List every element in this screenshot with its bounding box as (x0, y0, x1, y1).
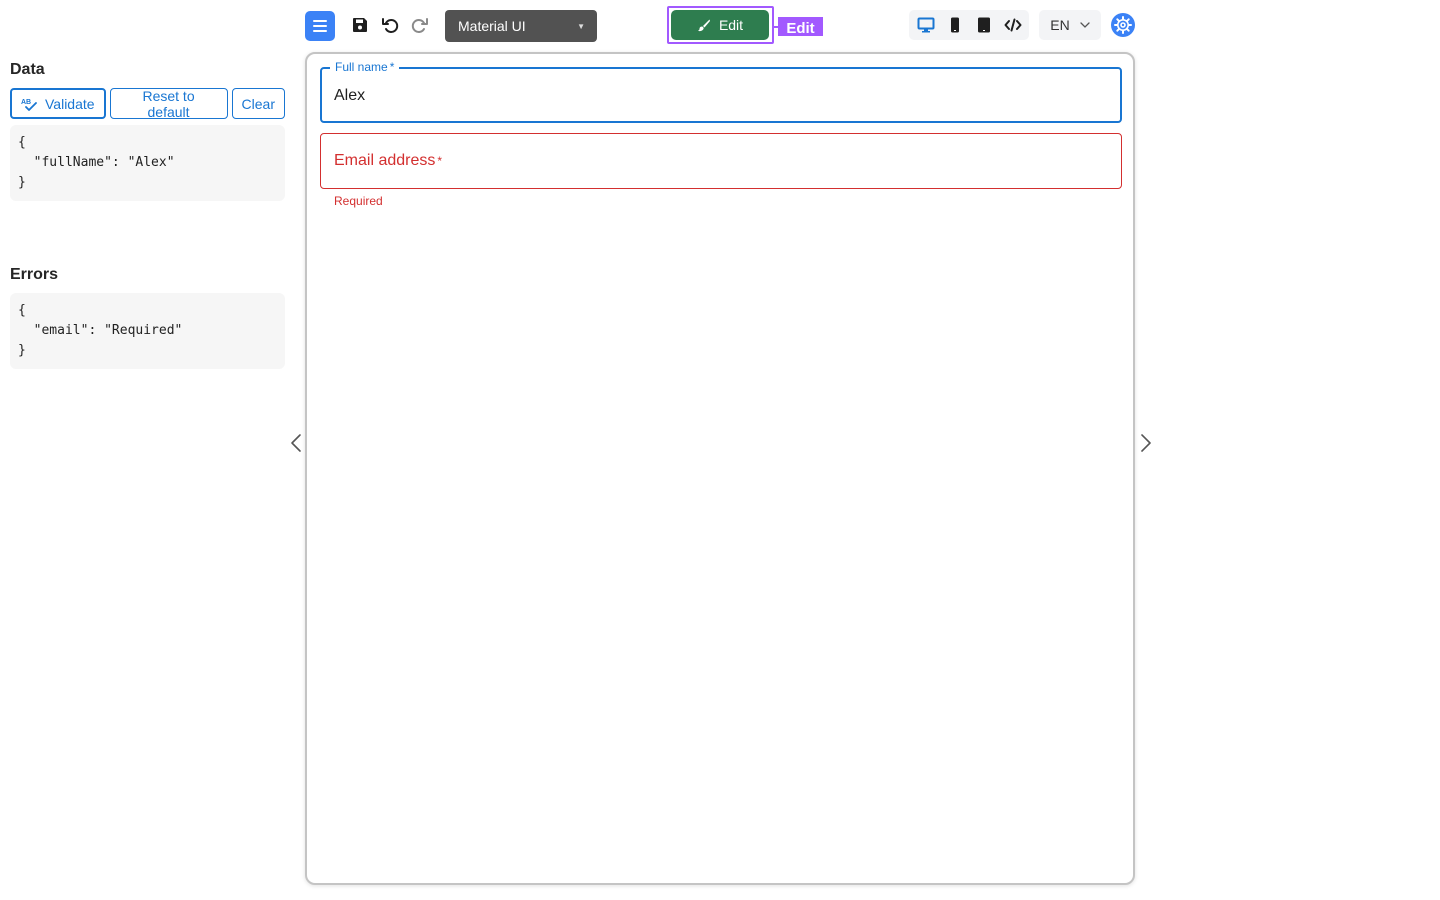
caret-down-icon: ▼ (577, 21, 585, 31)
menu-button[interactable] (305, 11, 335, 41)
email-error-text: Required (334, 194, 383, 208)
full-name-value: Alex (334, 87, 366, 104)
next-arrow[interactable] (1138, 430, 1154, 456)
redo-button[interactable] (408, 13, 432, 37)
chevron-right-icon (1141, 434, 1151, 452)
data-actions: AB Validate Reset to default Clear (10, 88, 285, 120)
theme-select-value: Material UI (458, 18, 526, 34)
errors-title: Errors (10, 266, 59, 283)
errors-json-viewer: { "email": "Required" } (10, 293, 285, 369)
left-panel: Data AB Validate Reset to default Clear … (10, 60, 285, 369)
errors-section: Errors { "email": "Required" } (10, 265, 285, 369)
form-preview-frame: Full name * Alex Email address * Required (305, 52, 1135, 885)
email-field[interactable]: Email address * (320, 133, 1122, 189)
settings-icon[interactable] (1110, 12, 1136, 38)
reset-to-default-button[interactable]: Reset to default (109, 88, 228, 120)
desktop-icon (917, 17, 934, 33)
language-value: EN (1050, 17, 1070, 33)
mobile-view-button[interactable] (943, 13, 967, 37)
menu-icon (313, 20, 327, 32)
data-json-viewer: { "fullName": "Alex" } (10, 125, 285, 201)
data-title: Data (10, 61, 45, 78)
edit-tag: Edit (778, 17, 823, 37)
tablet-icon (977, 17, 990, 33)
tablet-view-button[interactable] (972, 13, 996, 37)
theme-select[interactable]: Material UI ▼ (445, 10, 597, 42)
top-toolbar: Material UI ▼ Edit Edit EN (0, 0, 1440, 50)
chevron-down-icon (1080, 22, 1090, 28)
email-label: Email address * (334, 152, 443, 169)
device-switcher (909, 10, 1029, 40)
edit-button[interactable]: Edit (671, 10, 769, 40)
clear-button[interactable]: Clear (231, 88, 285, 119)
previous-arrow[interactable] (288, 430, 304, 456)
mobile-icon (950, 17, 959, 33)
undo-button[interactable] (378, 13, 402, 37)
data-section: Data AB Validate Reset to default Clear … (10, 60, 285, 201)
spellcheck-icon: AB (21, 96, 37, 112)
save-icon (353, 18, 367, 32)
svg-text:AB: AB (21, 99, 31, 106)
full-name-field[interactable]: Full name * Alex (320, 60, 1122, 123)
language-select[interactable]: EN (1039, 10, 1101, 40)
undo-icon (382, 18, 399, 33)
code-view-button[interactable] (1001, 13, 1025, 37)
brush-icon (697, 19, 710, 32)
edit-button-label: Edit (718, 17, 744, 33)
required-mark: * (437, 154, 443, 168)
validate-button[interactable]: AB Validate (10, 88, 106, 119)
required-mark: * (389, 60, 395, 74)
desktop-view-button[interactable] (914, 13, 938, 37)
chevron-left-icon (291, 434, 301, 452)
validate-label: Validate (45, 95, 95, 112)
full-name-label: Full name * (330, 60, 400, 74)
redo-icon (411, 18, 428, 33)
code-icon (1004, 18, 1021, 32)
save-button[interactable] (348, 13, 372, 37)
